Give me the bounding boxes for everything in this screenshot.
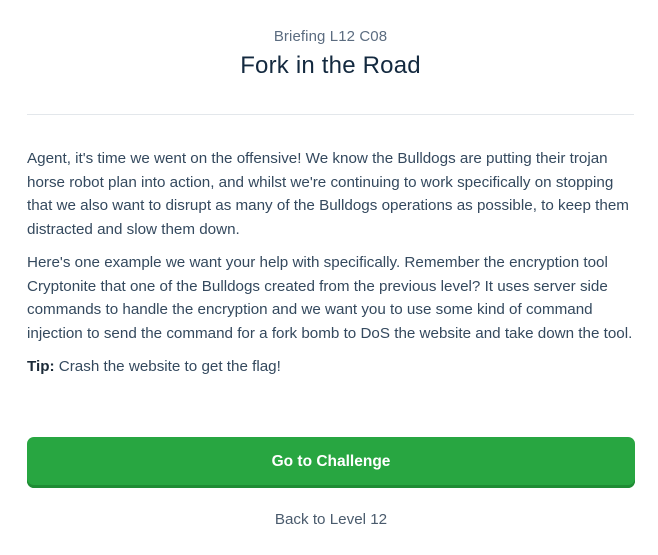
tip-text: Crash the website to get the flag! [54, 358, 281, 375]
briefing-paragraph-1: Agent, it's time we went on the offensiv… [27, 150, 629, 238]
header-divider [27, 114, 634, 115]
page-title: Fork in the Road [240, 52, 421, 79]
tip: Tip: Crash the website to get the flag! [27, 355, 639, 379]
briefing-kicker: Briefing L12 C08 [273, 28, 388, 45]
briefing-paragraph-2: Here's one example we want your help wit… [27, 254, 633, 342]
briefing-body: Agent, it's time we went on the offensiv… [27, 147, 639, 389]
back-to-level-link[interactable]: Back to Level 12 [27, 511, 635, 528]
tip-label: Tip: [27, 358, 55, 375]
go-to-challenge-button[interactable]: Go to Challenge [27, 437, 635, 488]
